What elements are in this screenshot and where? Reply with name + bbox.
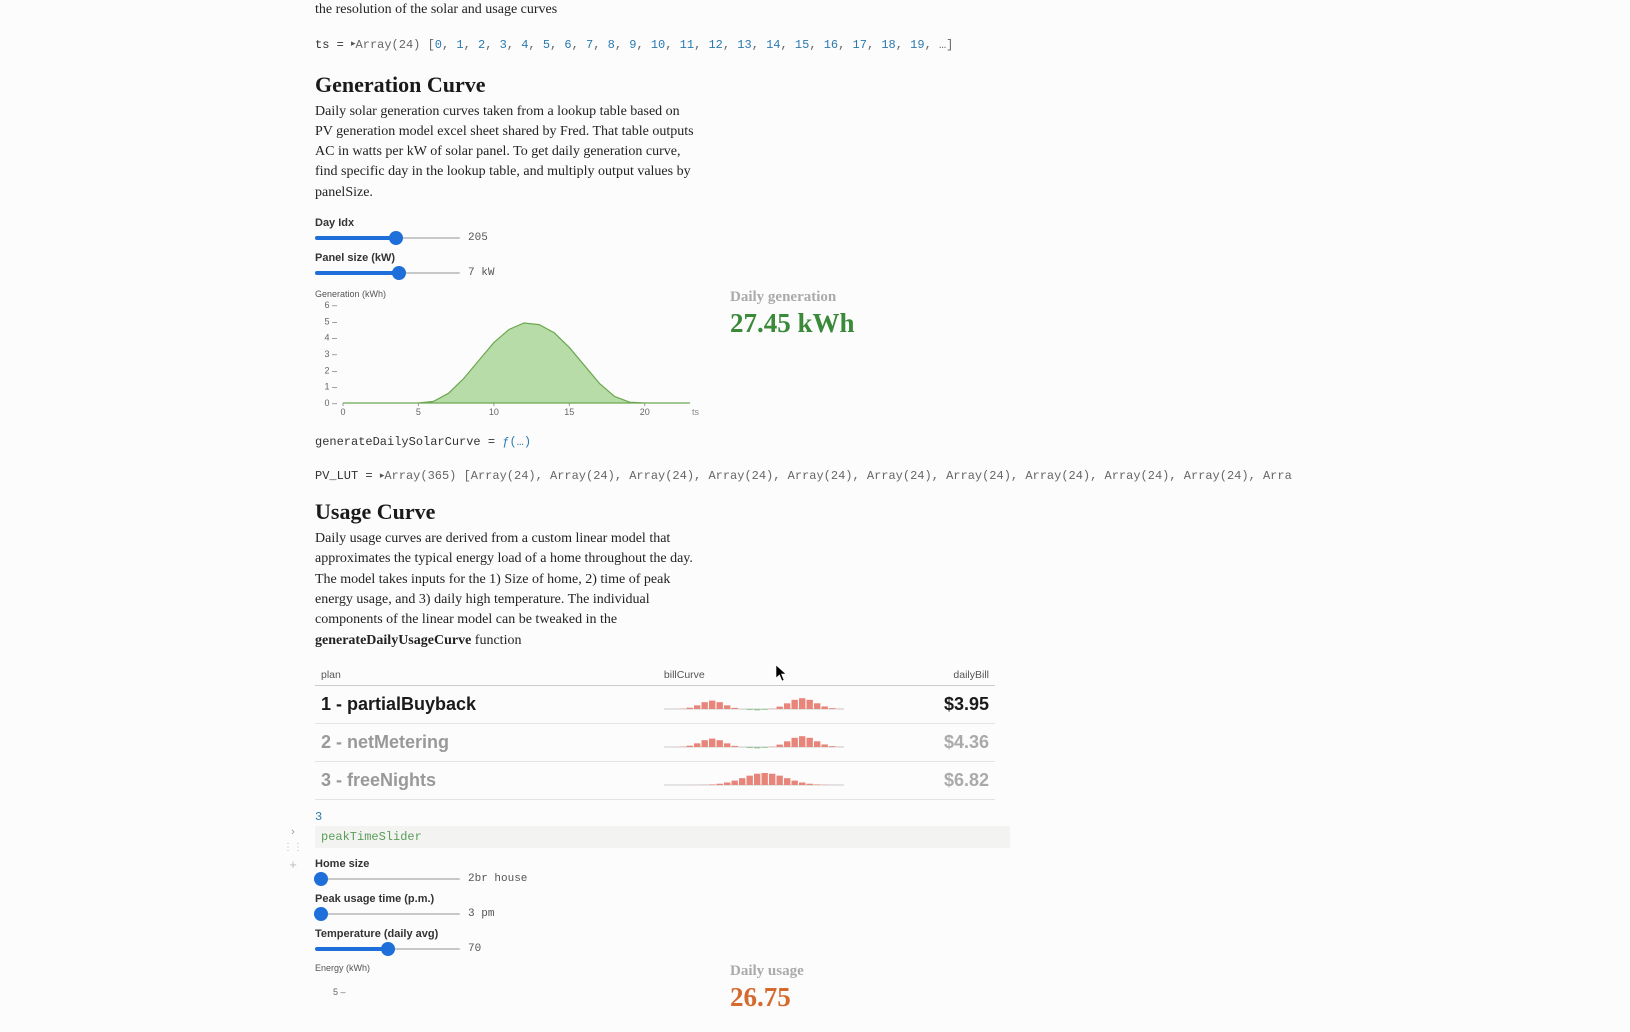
code-ts: ts = ▸Array(24) [0, 1, 2, 3, 4, 5, 6, 7,… — [315, 38, 1325, 52]
table-row[interactable]: 3 - freeNights $6.82 — [315, 761, 995, 799]
home-size-value: 2br house — [468, 873, 527, 885]
table-row[interactable]: 1 - partialBuyback $3.95 — [315, 685, 995, 723]
day-idx-slider[interactable] — [315, 236, 460, 240]
svg-text:3 –: 3 – — [324, 349, 337, 359]
svg-text:10: 10 — [489, 407, 499, 417]
svg-text:ts →: ts → — [692, 407, 700, 417]
th-dailybill: dailyBill — [878, 665, 995, 686]
svg-text:15: 15 — [564, 407, 574, 417]
temperature-label: Temperature (daily avg) — [315, 928, 1325, 940]
svg-text:4 –: 4 – — [324, 333, 337, 343]
svg-text:5: 5 — [416, 407, 421, 417]
svg-text:20: 20 — [640, 407, 650, 417]
daily-usage-label: Daily usage — [730, 963, 804, 980]
generation-desc: Daily solar generation curves taken from… — [315, 102, 695, 203]
th-plan: plan — [315, 665, 658, 686]
home-size-label: Home size — [315, 858, 1325, 870]
generation-title: Generation Curve — [315, 72, 1325, 98]
day-idx-value: 205 — [468, 232, 488, 244]
svg-text:5 –: 5 – — [333, 987, 346, 997]
svg-text:2 –: 2 – — [324, 365, 337, 375]
code-pv-lut: PV_LUT = ▸Array(365) [Array(24), Array(2… — [315, 469, 1325, 483]
usage-title: Usage Curve — [315, 499, 1325, 525]
svg-text:0 –: 0 – — [324, 398, 337, 408]
intro-text-partial: the resolution of the solar and usage cu… — [315, 0, 695, 20]
code-generate-fn: generateDailySolarCurve = ƒ(…) — [315, 435, 1325, 449]
peak-time-slider[interactable] — [315, 912, 460, 916]
daily-bill: $3.95 — [878, 685, 995, 723]
svg-text:5 –: 5 – — [324, 316, 337, 326]
day-idx-label: Day Idx — [315, 217, 1325, 229]
temperature-slider[interactable] — [315, 947, 460, 951]
output-number: 3 — [315, 810, 1325, 824]
gutter-drag-icon[interactable]: ⋮⋮ — [283, 842, 303, 853]
svg-text:6 –: 6 – — [324, 301, 337, 310]
gutter-caret-icon[interactable]: › — [291, 826, 295, 838]
gutter-add-icon[interactable]: + — [289, 857, 297, 872]
panel-size-slider[interactable] — [315, 271, 460, 275]
home-size-slider[interactable] — [315, 877, 460, 881]
plan-name: 3 - freeNights — [315, 761, 658, 799]
th-billcurve: billCurve — [658, 665, 878, 686]
daily-bill: $4.36 — [878, 723, 995, 761]
bill-sparkline — [658, 685, 878, 723]
bill-sparkline — [658, 761, 878, 799]
generation-chart: Generation (kWh) 0 –1 –2 –3 –4 –5 –6 –05… — [315, 289, 700, 421]
temperature-value: 70 — [468, 943, 481, 955]
daily-generation-label: Daily generation — [730, 289, 855, 306]
panel-size-value: 7 kW — [468, 267, 494, 279]
code-cell-peaktime[interactable]: peakTimeSlider — [315, 826, 1010, 848]
plan-name: 1 - partialBuyback — [315, 685, 658, 723]
daily-bill: $6.82 — [878, 761, 995, 799]
svg-text:0: 0 — [340, 407, 345, 417]
bill-sparkline — [658, 723, 878, 761]
daily-usage-value: 26.75 — [730, 982, 804, 1013]
usage-chart: Energy (kWh) 5 – — [315, 963, 700, 1005]
panel-size-label: Panel size (kW) — [315, 252, 1325, 264]
plan-table: plan billCurve dailyBill 1 - partialBuyb… — [315, 665, 995, 800]
svg-text:1 –: 1 – — [324, 382, 337, 392]
daily-generation-value: 27.45 kWh — [730, 308, 855, 339]
peak-time-value: 3 pm — [468, 908, 494, 920]
usage-desc: Daily usage curves are derived from a cu… — [315, 529, 695, 651]
plan-name: 2 - netMetering — [315, 723, 658, 761]
table-row[interactable]: 2 - netMetering $4.36 — [315, 723, 995, 761]
peak-time-label: Peak usage time (p.m.) — [315, 893, 1325, 905]
